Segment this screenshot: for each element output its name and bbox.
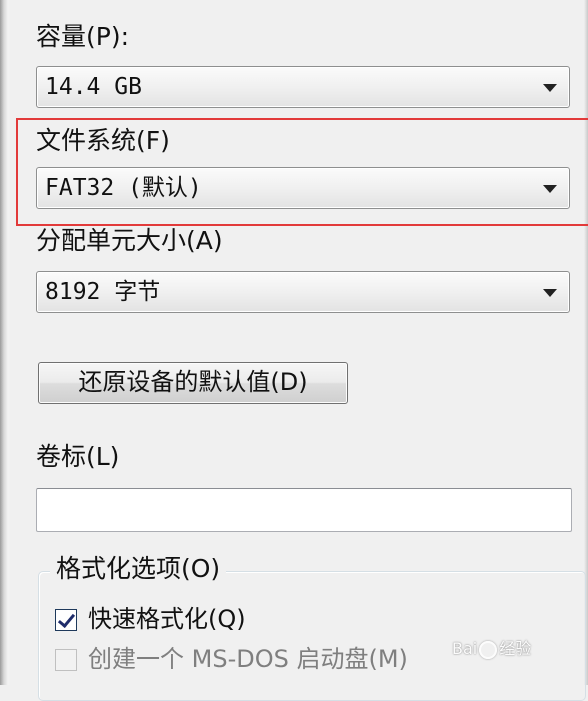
quick-format-checkbox[interactable] <box>55 609 77 631</box>
capacity-value: 14.4 GB <box>45 74 142 100</box>
file-system-dropdown[interactable]: FAT32 (默认) <box>36 167 570 209</box>
volume-label-label: 卷标(L) <box>36 442 120 471</box>
chevron-down-icon[interactable] <box>543 185 557 193</box>
ms-dos-boot-label: 创建一个 MS-DOS 启动盘(M) <box>88 645 408 673</box>
ms-dos-boot-checkbox <box>55 649 77 671</box>
window-left-edge <box>0 0 10 685</box>
file-system-value: FAT32 (默认) <box>45 175 202 201</box>
chevron-down-icon[interactable] <box>543 289 557 297</box>
baidu-watermark: Bai 经验 <box>452 632 582 666</box>
chevron-down-icon[interactable] <box>543 84 557 92</box>
restore-defaults-button[interactable]: 还原设备的默认值(D) <box>38 362 348 404</box>
allocation-unit-value: 8192 字节 <box>45 279 161 305</box>
capacity-label: 容量(P): <box>36 22 130 51</box>
allocation-unit-dropdown[interactable]: 8192 字节 <box>36 271 570 313</box>
watermark-left-text: Bai <box>452 639 478 658</box>
paw-icon <box>479 640 498 659</box>
file-system-label: 文件系统(F) <box>36 126 170 155</box>
watermark-right-text: 经验 <box>499 639 532 658</box>
allocation-unit-label: 分配单元大小(A) <box>36 226 223 255</box>
quick-format-label[interactable]: 快速格式化(Q) <box>88 604 246 634</box>
format-options-title: 格式化选项(O) <box>50 554 227 584</box>
volume-label-input[interactable] <box>36 488 572 532</box>
capacity-dropdown[interactable]: 14.4 GB <box>36 66 570 108</box>
